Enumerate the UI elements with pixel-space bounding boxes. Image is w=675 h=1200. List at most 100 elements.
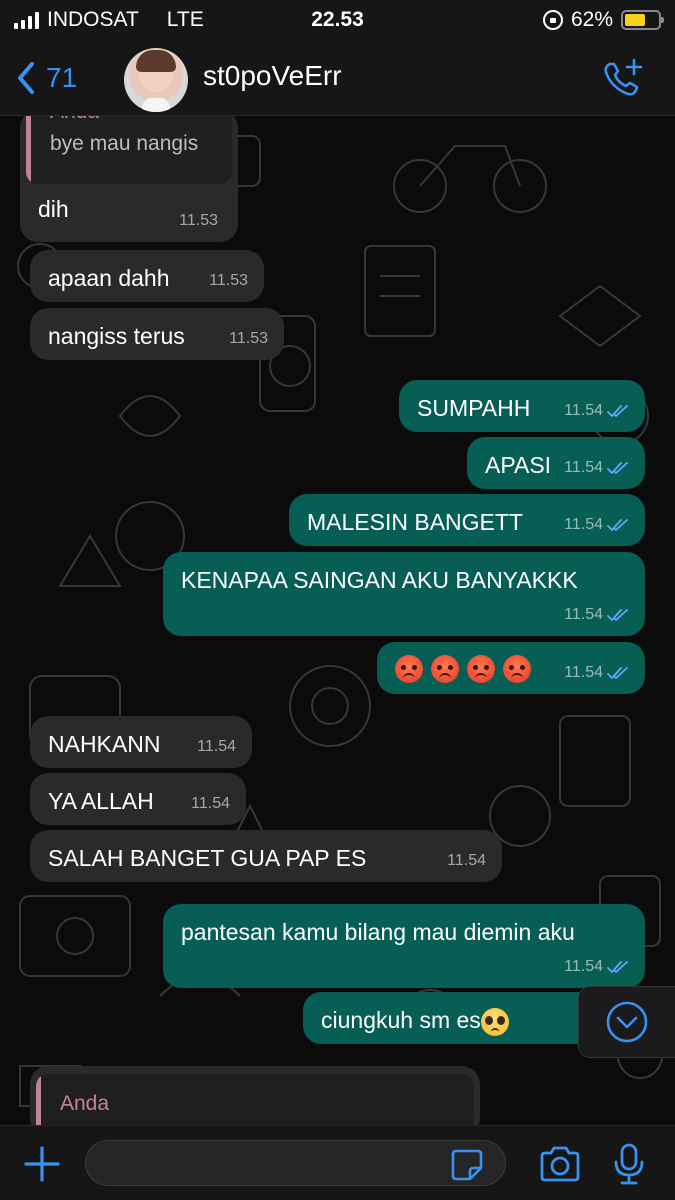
read-receipt-icon — [607, 961, 628, 973]
message-time: 11.54 — [564, 664, 603, 681]
unread-count: 71 — [46, 61, 78, 93]
message-text-content: apaan dahh — [48, 265, 170, 291]
reply-author: Anda — [50, 116, 99, 124]
reply-author: Anda — [60, 1092, 110, 1115]
message-meta: 11.54 — [564, 664, 629, 682]
message-meta: 11.53 — [179, 212, 218, 230]
rotation-lock-icon — [542, 10, 563, 30]
avatar[interactable] — [124, 48, 188, 112]
reply-quote[interactable]: Anda bye mau nangis — [26, 116, 232, 184]
message-emoji — [395, 654, 539, 683]
angry-face-emoji — [431, 654, 459, 683]
network-label: LTE — [166, 8, 204, 31]
pleading-face-emoji — [480, 1007, 509, 1036]
battery-percent: 62% — [570, 8, 613, 31]
message-meta: 11.53 — [229, 330, 268, 348]
incoming-message[interactable]: Anda bye mau nangis dih 11.53 — [20, 116, 238, 242]
message-time: 11.54 — [564, 402, 603, 419]
chat-header: 71 st0poVeErr — [0, 40, 675, 116]
message-text: apaan dahh — [48, 265, 170, 292]
angry-face-emoji — [503, 654, 531, 683]
angry-face-emoji — [395, 654, 423, 683]
battery-fill — [625, 14, 645, 26]
message-meta: 11.53 — [209, 272, 248, 290]
message-text-content: dih — [38, 196, 69, 222]
message-text-content: NAHKANN — [48, 731, 161, 757]
message-text: MALESIN BANGETT — [307, 509, 523, 536]
chat-area[interactable]: Anda bye mau nangis dih 11.53 apaan dahh 11.5… — [0, 116, 675, 1125]
message-text: pantesan kamu bilang mau diemin aku — [181, 919, 575, 946]
message-time: 11.54 — [197, 738, 236, 755]
message-meta: 11.54 — [191, 795, 230, 813]
message-time: 11.54 — [564, 606, 603, 623]
message-time: 11.54 — [564, 516, 603, 533]
message-time: 11.54 — [447, 852, 486, 869]
microphone-button[interactable] — [612, 1142, 646, 1191]
message-text-content: YA ALLAH — [48, 788, 154, 814]
message-text-content: MALESIN BANGETT — [307, 509, 523, 535]
chevron-down-icon — [606, 1001, 648, 1043]
status-left: INDOSAT LTE — [14, 8, 204, 32]
incoming-message[interactable]: YA ALLAH 11.54 — [30, 773, 246, 825]
outgoing-message[interactable]: APASI 11.54 — [467, 437, 645, 489]
message-text-content: APASI — [485, 452, 552, 478]
read-receipt-icon — [607, 667, 628, 679]
message-text-content: pantesan kamu bilang mau diemin aku — [181, 919, 575, 945]
message-time: 11.54 — [564, 958, 603, 975]
read-receipt-icon — [607, 609, 628, 621]
message-meta: 11.54 — [564, 958, 629, 976]
incoming-message[interactable]: apaan dahh 11.53 — [30, 250, 264, 302]
read-receipt-icon — [607, 405, 628, 417]
message-text: KENAPAA SAINGAN AKU BANYAKKK — [181, 567, 578, 594]
message-text: NAHKANN — [48, 731, 160, 758]
chevron-left-icon — [18, 61, 34, 94]
message-text-content: SUMPAHH — [417, 395, 531, 421]
attach-button[interactable] — [22, 1144, 62, 1189]
scroll-to-bottom-button[interactable] — [578, 986, 675, 1058]
message-text: dih — [38, 196, 69, 223]
message-text: APASI — [485, 452, 551, 479]
microphone-icon — [614, 1143, 644, 1185]
outgoing-message[interactable]: pantesan kamu bilang mau diemin aku 11.54 — [163, 904, 645, 988]
contact-name[interactable]: st0poVeErr — [203, 60, 342, 92]
message-meta: 11.54 — [564, 606, 629, 624]
add-call-icon — [604, 58, 643, 96]
status-right: 62% — [542, 8, 664, 32]
sticker-button[interactable] — [450, 1148, 484, 1187]
battery-icon — [621, 10, 664, 30]
sticker-icon — [451, 1149, 483, 1181]
status-bar: INDOSAT LTE 22.53 62% — [0, 0, 675, 40]
read-receipt-icon — [607, 462, 628, 474]
message-input[interactable] — [85, 1140, 506, 1186]
camera-button[interactable] — [538, 1144, 582, 1189]
back-button[interactable]: 71 — [0, 61, 77, 95]
outgoing-message[interactable]: MALESIN BANGETT 11.54 — [289, 494, 645, 546]
outgoing-message[interactable]: 11.54 — [377, 642, 645, 694]
outgoing-message[interactable]: SUMPAHH 11.54 — [399, 380, 645, 432]
message-text: SALAH BANGET GUA PAP ES — [48, 845, 366, 872]
message-meta: 11.54 — [564, 516, 629, 534]
incoming-message[interactable]: nangiss terus 11.53 — [30, 308, 284, 360]
signal-icon — [14, 11, 39, 29]
add-call-button[interactable] — [601, 56, 645, 100]
plus-icon — [24, 1146, 60, 1182]
message-time: 11.53 — [229, 330, 268, 347]
incoming-message[interactable]: Anda — [30, 1066, 480, 1125]
read-receipt-icon — [607, 519, 628, 531]
incoming-message[interactable]: NAHKANN 11.54 — [30, 716, 252, 768]
incoming-message[interactable]: SALAH BANGET GUA PAP ES 11.54 — [30, 830, 502, 882]
message-meta: 11.54 — [447, 852, 486, 870]
message-input-bar — [0, 1125, 675, 1200]
message-text-content: nangiss terus — [48, 323, 185, 349]
angry-face-emoji — [467, 654, 495, 683]
reply-quote[interactable]: Anda — [36, 1074, 474, 1125]
message-meta: 11.54 — [564, 459, 629, 477]
message-time: 11.53 — [209, 272, 248, 289]
outgoing-message[interactable]: KENAPAA SAINGAN AKU BANYAKKK 11.54 — [163, 552, 645, 636]
message-text-content: SALAH BANGET GUA PAP ES — [48, 845, 367, 871]
message-time: 11.54 — [564, 459, 603, 476]
message-text: ciungkuh sm es — [321, 1007, 509, 1036]
camera-icon — [540, 1146, 580, 1182]
reply-text: bye mau nangis — [50, 132, 199, 155]
carrier-label: INDOSAT — [47, 8, 139, 31]
